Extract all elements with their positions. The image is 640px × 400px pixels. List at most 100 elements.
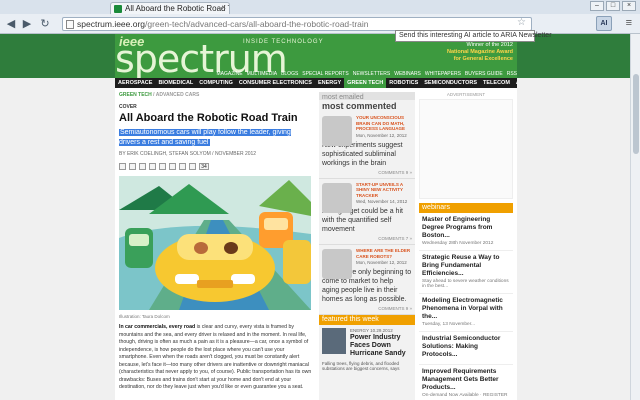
- featured-kicker: ENERGY 10.29.2012: [350, 328, 393, 333]
- illustration-caption: Illustration: Taura Dolcom: [119, 314, 170, 319]
- tab-strip: All Aboard the Robotic Road Train × – □ …: [0, 0, 640, 14]
- list-item[interactable]: Modeling Electromagnetic Phenomena in Vo…: [419, 294, 513, 332]
- utility-nav-item[interactable]: BLOGS: [281, 71, 298, 77]
- tab-most-commented[interactable]: most commented: [322, 101, 397, 111]
- category-green-tech[interactable]: GREEN TECH: [344, 78, 387, 88]
- award-line-3: for General Excellence: [453, 56, 513, 62]
- story-list: YOUR UNCONSCIOUS BRAIN CAN DO MATH, PROC…: [319, 112, 415, 315]
- tab-close-icon[interactable]: ×: [221, 3, 226, 12]
- body-text: is clear and curvy, every vista is frame…: [119, 324, 312, 390]
- tab-most-commented-row: most commented: [319, 100, 415, 112]
- utility-nav-item[interactable]: MULTIMEDIA: [247, 71, 277, 77]
- story-kicker[interactable]: WHERE ARE THE ELDER CARE ROBOTS?: [356, 248, 412, 259]
- webinar-title[interactable]: Industrial Semiconductor Solutions: Maki…: [422, 335, 510, 359]
- browser-chrome: All Aboard the Robotic Road Train × – □ …: [0, 0, 640, 34]
- story-kicker[interactable]: YOUR UNCONSCIOUS BRAIN CAN DO MATH, PROC…: [356, 115, 412, 132]
- story-comments-link[interactable]: COMMENTS 9 »: [322, 306, 412, 311]
- extension-button[interactable]: AI: [596, 16, 612, 31]
- list-item[interactable]: Improved Requirements Management Gets Be…: [419, 365, 513, 400]
- share-icon[interactable]: [189, 163, 196, 170]
- browser-toolbar: ◀ ▶ ↻ spectrum.ieee.org/green-tech/advan…: [0, 14, 640, 34]
- utility-nav-item[interactable]: SPECIAL REPORTS: [302, 71, 348, 77]
- utility-nav-item[interactable]: MAGAZINE: [216, 71, 242, 77]
- browser-tab[interactable]: All Aboard the Robotic Road Train ×: [110, 2, 230, 14]
- page-scrollbar[interactable]: [630, 34, 640, 400]
- story-date: Wed, November 14, 2012: [356, 199, 408, 204]
- tagline: INSIDE TECHNOLOGY: [243, 39, 324, 45]
- category-consumer-electronics[interactable]: CONSUMER ELECTRONICS: [236, 78, 315, 88]
- category-energy[interactable]: ENERGY: [315, 78, 344, 88]
- category-robotics[interactable]: ROBOTICS: [386, 78, 421, 88]
- webinar-date: Stay ahead to severe weather conditions …: [422, 279, 509, 289]
- close-window-button[interactable]: ×: [622, 1, 636, 11]
- back-icon[interactable]: ◀: [4, 17, 18, 31]
- story-date: Mon, November 12, 2012: [356, 132, 407, 138]
- breadcrumb-section[interactable]: GREEN TECH: [119, 92, 152, 98]
- twitter-icon[interactable]: [149, 163, 156, 170]
- article: GREEN TECH / ADVANCED CARS COVER All Abo…: [119, 92, 313, 392]
- category-at-work[interactable]: AT WORK: [513, 78, 517, 88]
- featured-title[interactable]: Power Industry Faces Down Hurricane Sand…: [350, 334, 412, 358]
- email-icon[interactable]: [129, 163, 136, 170]
- bookmark-star-icon[interactable]: ☆: [517, 17, 526, 28]
- story-thumbnail: [322, 182, 352, 213]
- illustration-svg: [119, 176, 311, 310]
- utility-nav-item[interactable]: NEWSLETTERS: [353, 71, 391, 77]
- article-body: In car commercials, every road is clear …: [119, 324, 313, 392]
- list-item[interactable]: START-UP UNVEILS A SHINY NEW ACTIVITY TR…: [319, 179, 415, 245]
- story-kicker[interactable]: START-UP UNVEILS A SHINY NEW ACTIVITY TR…: [356, 182, 412, 199]
- category-semiconductors[interactable]: SEMICONDUCTORS: [421, 78, 480, 88]
- list-item[interactable]: Strategic Reuse a Way to Bring Fundament…: [419, 251, 513, 294]
- webinar-title[interactable]: Strategic Reuse a Way to Bring Fundament…: [422, 254, 510, 278]
- maximize-button[interactable]: □: [606, 1, 620, 11]
- award-line-1: Winner of the 2012: [466, 42, 513, 48]
- comment-count[interactable]: 34: [199, 163, 209, 170]
- webinar-title[interactable]: Improved Requirements Management Gets Be…: [422, 368, 510, 392]
- story-date: Mon, November 12, 2012: [356, 260, 407, 265]
- ad-slot[interactable]: [419, 99, 513, 199]
- utility-nav-item[interactable]: BUYERS GUIDE: [465, 71, 503, 77]
- category-biomedical[interactable]: BIOMEDICAL: [155, 78, 196, 88]
- webinar-title[interactable]: Master of Engineering Degree Programs fr…: [422, 216, 510, 240]
- webinar-title[interactable]: Modeling Electromagnetic Phenomena in Vo…: [422, 297, 510, 321]
- minimize-button[interactable]: –: [590, 1, 604, 11]
- featured-story[interactable]: ENERGY 10.29.2012 Power Industry Faces D…: [319, 325, 415, 374]
- story-thumbnail: [322, 249, 352, 279]
- article-dek-selected[interactable]: Semiautonomous cars will play follow the…: [119, 129, 291, 146]
- story-thumbnail: [322, 116, 352, 146]
- utility-nav-item[interactable]: WHITEPAPERS: [425, 71, 461, 77]
- address-bar[interactable]: spectrum.ieee.org/green-tech/advanced-ca…: [62, 17, 532, 31]
- list-item[interactable]: Master of Engineering Degree Programs fr…: [419, 213, 513, 251]
- story-comments-link[interactable]: COMMENTS 7 »: [322, 236, 412, 241]
- list-item[interactable]: WHERE ARE THE ELDER CARE ROBOTS? Mon, Nov…: [319, 245, 415, 315]
- webinar-date: On-demand Now Available · REGISTER: [422, 393, 508, 398]
- scrollbar-thumb[interactable]: [633, 74, 639, 154]
- forward-icon[interactable]: ▶: [20, 17, 34, 31]
- site-header: ieee spectrum INSIDE TECHNOLOGY Winner o…: [0, 34, 640, 78]
- browser-menu-icon[interactable]: ≡: [626, 17, 632, 29]
- breadcrumb-sub[interactable]: / ADVANCED CARS: [152, 92, 199, 98]
- webinar-list: Master of Engineering Degree Programs fr…: [419, 213, 513, 400]
- utility-nav-item[interactable]: WEBINARS: [394, 71, 421, 77]
- category-computing[interactable]: COMPUTING: [196, 78, 236, 88]
- award-notice: Winner of the 2012 National Magazine Awa…: [433, 42, 513, 63]
- category-telecom[interactable]: TELECOM: [480, 78, 513, 88]
- list-item[interactable]: YOUR UNCONSCIOUS BRAIN CAN DO MATH, PROC…: [319, 112, 415, 179]
- story-comments-link[interactable]: COMMENTS 9 »: [322, 170, 412, 175]
- most-emailed-column: most emailed most commented YOUR UNCONSC…: [319, 92, 415, 400]
- category-aerospace[interactable]: AEROSPACE: [115, 78, 155, 88]
- utility-nav-item[interactable]: RSS: [507, 71, 517, 77]
- webinar-date: Tuesday, 13 November...: [422, 322, 476, 327]
- reload-icon[interactable]: ↻: [38, 17, 52, 31]
- category-nav: AEROSPACE BIOMEDICAL COMPUTING CONSUMER ELE…: [115, 78, 517, 88]
- featured-header: featured this week: [319, 315, 415, 325]
- linkedin-icon[interactable]: [159, 163, 166, 170]
- reddit-icon[interactable]: [179, 163, 186, 170]
- googleplus-icon[interactable]: [169, 163, 176, 170]
- facebook-icon[interactable]: [139, 163, 146, 170]
- list-item[interactable]: Industrial Semiconductor Solutions: Maki…: [419, 332, 513, 365]
- print-icon[interactable]: [119, 163, 126, 170]
- road-train-illustration: [119, 176, 311, 310]
- award-line-2: National Magazine Award: [446, 49, 513, 55]
- url-host: spectrum.ieee.org: [77, 19, 146, 29]
